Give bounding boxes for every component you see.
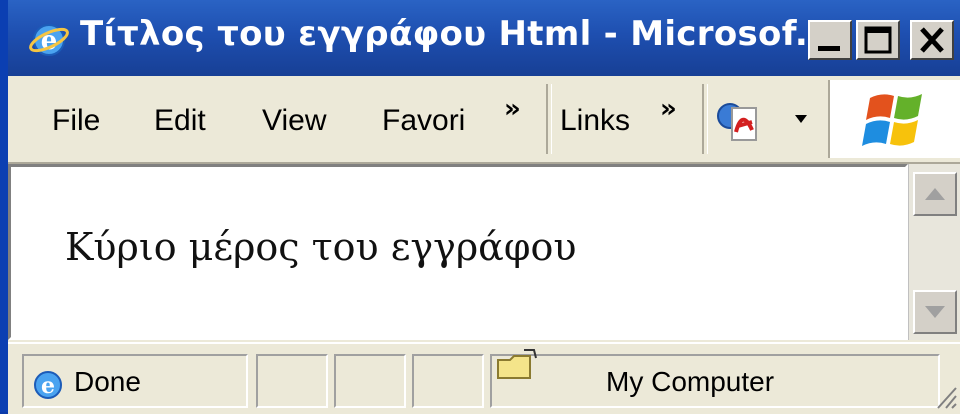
pdf-tool-icon[interactable] — [712, 96, 772, 146]
toolbar-separator — [702, 84, 708, 154]
menu-edit[interactable]: Edit — [154, 104, 206, 138]
menu-view[interactable]: View — [262, 104, 326, 138]
document-body-text: Κύριο μέρος του εγγράφου — [65, 225, 577, 269]
status-text: Done — [74, 366, 141, 397]
status-pane-empty — [256, 354, 328, 408]
page-done-icon: e — [34, 371, 62, 399]
minimize-button[interactable] — [808, 20, 852, 60]
menu-overflow-chevron[interactable]: » — [504, 94, 521, 124]
links-menu[interactable]: Links — [560, 104, 630, 138]
scroll-up-button[interactable] — [913, 172, 957, 216]
close-button[interactable] — [910, 20, 954, 60]
resize-grip-icon[interactable] — [936, 384, 958, 410]
menu-bar: File Edit View Favori » Links » — [8, 76, 960, 164]
browser-window: e Τίτλος του εγγράφου Html - Microsof...… — [0, 0, 960, 414]
links-overflow-chevron[interactable]: » — [660, 94, 677, 124]
maximize-button[interactable] — [856, 20, 900, 60]
window-title: Τίτλος του εγγράφου Html - Microsof... — [80, 14, 835, 54]
menu-file[interactable]: File — [52, 104, 100, 138]
svg-text:e: e — [41, 373, 55, 399]
vertical-scrollbar[interactable] — [908, 164, 960, 340]
minimize-icon — [818, 46, 840, 51]
arrow-down-icon — [925, 306, 945, 318]
status-bar: e Done My Computer — [8, 342, 960, 414]
toolbar-separator — [546, 84, 552, 154]
folder-icon — [497, 349, 537, 379]
menu-favorites[interactable]: Favori — [382, 104, 465, 138]
internet-explorer-icon: e — [29, 24, 69, 56]
maximize-icon — [864, 26, 892, 54]
title-bar[interactable]: e Τίτλος του εγγράφου Html - Microsof... — [8, 0, 960, 76]
document-area[interactable]: Κύριο μέρος του εγγράφου — [8, 164, 908, 340]
status-pane-empty — [334, 354, 406, 408]
windows-logo — [828, 80, 960, 158]
windows-flag-icon — [862, 94, 922, 146]
chevron-down-icon[interactable] — [794, 114, 808, 124]
arrow-up-icon — [925, 188, 945, 200]
status-pane-empty — [412, 354, 484, 408]
scroll-down-button[interactable] — [913, 290, 957, 334]
close-icon — [920, 27, 944, 53]
security-zone-text: My Computer — [606, 366, 775, 397]
